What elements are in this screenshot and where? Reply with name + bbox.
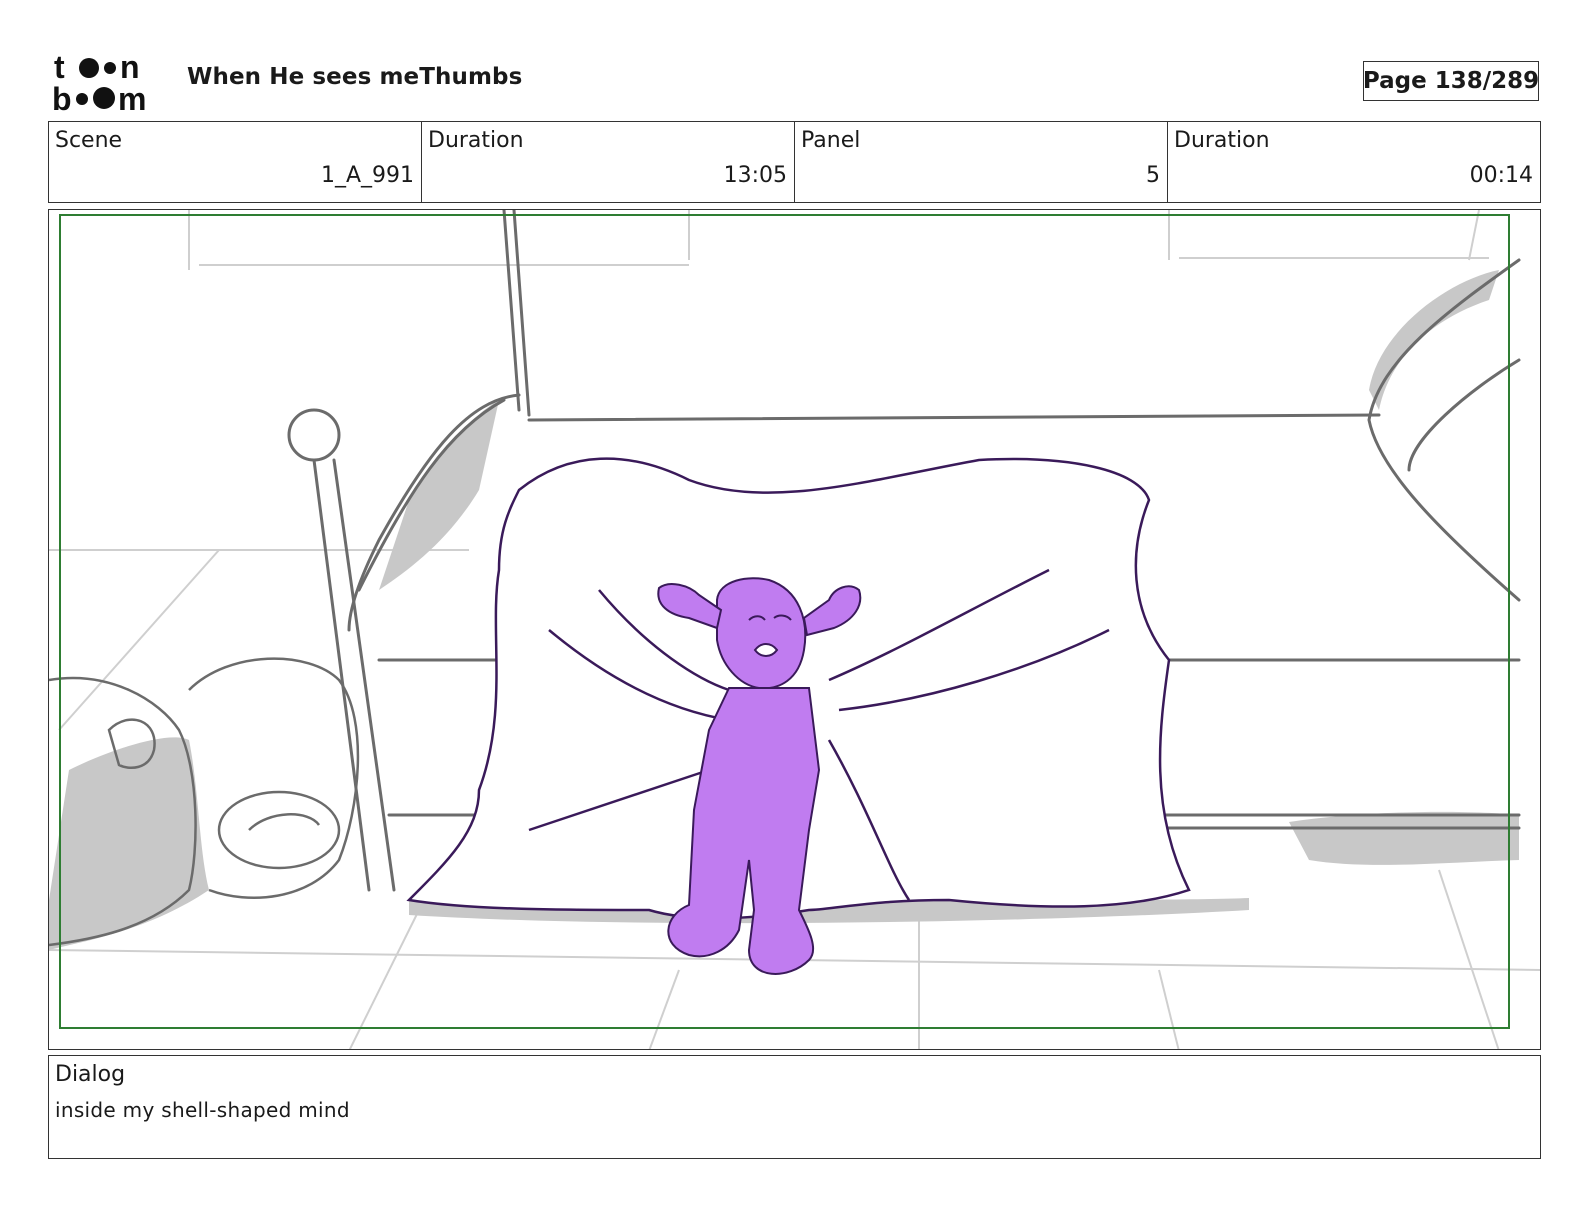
scene-label: Scene — [55, 128, 123, 153]
dialog-text: inside my shell-shaped mind — [55, 1098, 350, 1122]
scene-cell: Scene 1_A_991 — [49, 122, 422, 202]
dialog-box: Dialog inside my shell-shaped mind — [48, 1055, 1541, 1159]
svg-text:n: n — [120, 50, 140, 85]
scene-duration-label: Duration — [428, 128, 524, 153]
project-title: When He sees meThumbs — [187, 64, 523, 90]
panel-duration-cell: Duration 00:14 — [1168, 122, 1540, 202]
svg-text:t: t — [54, 50, 65, 85]
storyboard-panel — [48, 209, 1541, 1050]
panel-label: Panel — [801, 128, 861, 153]
panel-duration-value: 00:14 — [1469, 163, 1533, 188]
scene-info-row: Scene 1_A_991 Duration 13:05 Panel 5 Dur… — [48, 121, 1541, 203]
scene-duration-cell: Duration 13:05 — [422, 122, 795, 202]
dialog-label: Dialog — [55, 1062, 126, 1087]
panel-value: 5 — [1146, 163, 1160, 188]
storyboard-sketch — [49, 210, 1540, 1049]
page-label: Page 138/289 — [1362, 68, 1540, 94]
panel-cell: Panel 5 — [795, 122, 1168, 202]
svg-text:b: b — [52, 81, 72, 112]
page-indicator: Page 138/289 — [1363, 61, 1539, 101]
toon-boom-logo: t n b m — [52, 50, 146, 112]
scene-duration-value: 13:05 — [723, 163, 787, 188]
scene-value: 1_A_991 — [320, 163, 414, 188]
panel-duration-label: Duration — [1174, 128, 1270, 153]
svg-text:m: m — [118, 81, 146, 112]
